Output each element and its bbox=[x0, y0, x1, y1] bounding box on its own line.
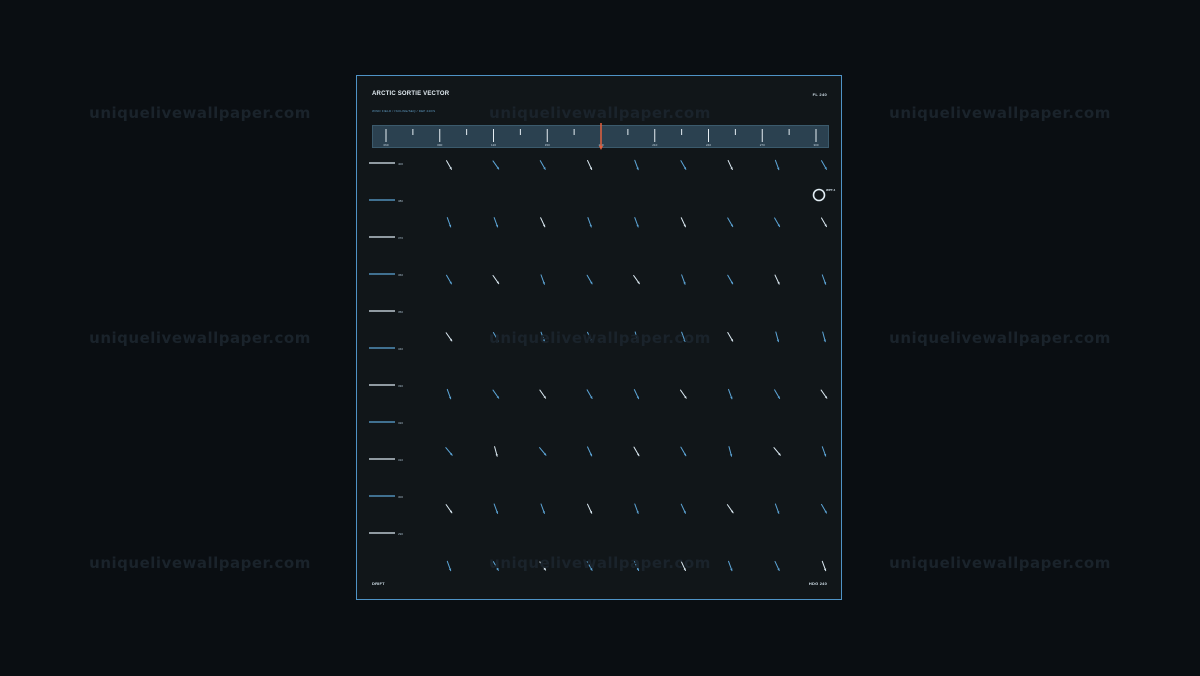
sortie-panel: ARCTIC SORTIE VECTOR FL 240 WIND FIELD /… bbox=[356, 75, 842, 600]
watermark: uniquelivewallpaper.com bbox=[889, 329, 1111, 347]
wind-vector bbox=[446, 388, 452, 400]
wind-vector bbox=[774, 159, 780, 171]
watermark: uniquelivewallpaper.com bbox=[89, 104, 311, 122]
wind-vector bbox=[820, 389, 828, 399]
wind-vector bbox=[680, 160, 687, 170]
altitude-label: 310 bbox=[398, 458, 404, 462]
wind-vector bbox=[446, 217, 452, 228]
wind-vector bbox=[775, 331, 780, 343]
wind-vector bbox=[633, 560, 640, 572]
wind-vector bbox=[539, 447, 547, 456]
wind-vector bbox=[445, 504, 453, 514]
wind-vector bbox=[634, 159, 639, 171]
altitude-label: 330 bbox=[398, 384, 404, 388]
wind-vector bbox=[587, 217, 592, 228]
wind-vector bbox=[586, 561, 593, 571]
wind-vector bbox=[774, 217, 781, 228]
wind-vector bbox=[540, 274, 545, 285]
wind-vector bbox=[633, 274, 640, 285]
wind-vector bbox=[634, 503, 639, 514]
wind-vector bbox=[492, 389, 500, 399]
wind-vector bbox=[773, 447, 781, 456]
wind-vector bbox=[586, 389, 593, 399]
altitude-label: 320 bbox=[398, 421, 404, 425]
watermark: uniquelivewallpaper.com bbox=[89, 329, 311, 347]
wind-vector bbox=[493, 217, 499, 228]
wind-vector bbox=[728, 388, 733, 400]
wind-vector bbox=[492, 332, 499, 342]
watermark: uniquelivewallpaper.com bbox=[889, 104, 1111, 122]
wind-vector bbox=[728, 446, 733, 457]
wind-vector bbox=[681, 274, 686, 285]
wind-vector bbox=[821, 274, 827, 285]
wind-vector bbox=[727, 217, 734, 228]
wind-vector bbox=[680, 560, 686, 572]
wind-vector bbox=[821, 217, 827, 228]
wind-vector bbox=[774, 389, 781, 399]
wind-vector bbox=[821, 160, 827, 170]
wind-vector bbox=[445, 332, 453, 342]
wind-vector bbox=[539, 160, 546, 170]
wind-vector bbox=[633, 389, 640, 400]
drift-label: DRIFT bbox=[372, 581, 385, 586]
altitude-label: 290 bbox=[398, 532, 404, 536]
wind-vector bbox=[774, 274, 780, 285]
wind-vector bbox=[446, 274, 452, 285]
wind-vector bbox=[821, 446, 827, 457]
altitude-label: 400 bbox=[398, 162, 404, 166]
wind-vector bbox=[540, 503, 545, 514]
wind-vector bbox=[680, 503, 686, 514]
wind-vector bbox=[727, 159, 733, 171]
wind-vector bbox=[539, 561, 547, 571]
wind-vector bbox=[633, 446, 640, 457]
waypoint-marker[interactable] bbox=[812, 188, 826, 202]
wind-vector bbox=[587, 331, 593, 342]
altitude-label: 340 bbox=[398, 347, 404, 351]
wind-vector bbox=[727, 274, 734, 285]
wind-vector bbox=[493, 503, 499, 514]
wind-vector bbox=[774, 503, 780, 514]
wind-vector bbox=[587, 159, 593, 171]
altitude-label: 370 bbox=[398, 236, 404, 240]
wind-vector bbox=[587, 446, 593, 457]
wind-vector bbox=[494, 446, 498, 457]
wind-vector bbox=[540, 331, 545, 343]
altitude-label: 360 bbox=[398, 273, 404, 277]
wind-vector bbox=[539, 389, 547, 399]
waypoint-label: WPT-4 bbox=[826, 188, 836, 192]
watermark: uniquelivewallpaper.com bbox=[89, 554, 311, 572]
wind-vector bbox=[540, 217, 546, 228]
wind-vector bbox=[822, 331, 826, 343]
wind-vector bbox=[680, 217, 686, 228]
wind-vector bbox=[728, 560, 733, 572]
wind-field-canvas bbox=[369, 159, 828, 572]
wind-vector bbox=[680, 446, 687, 457]
altitude-label: 350 bbox=[398, 310, 404, 314]
wind-vector bbox=[492, 561, 499, 571]
wind-vector bbox=[492, 274, 500, 285]
wind-vector bbox=[634, 331, 639, 343]
wind-vector bbox=[680, 389, 687, 399]
heading-readout: HDG 240 bbox=[808, 581, 827, 586]
wind-vector bbox=[774, 560, 780, 572]
wind-vector bbox=[821, 503, 827, 514]
wind-vector bbox=[726, 504, 734, 514]
altitude-label: 300 bbox=[398, 495, 404, 499]
altitude-label: 380 bbox=[398, 199, 404, 203]
wind-vector bbox=[445, 447, 453, 456]
wind-vector bbox=[681, 331, 686, 343]
wind-vector bbox=[586, 274, 593, 285]
wind-vector bbox=[821, 560, 827, 572]
wind-vector bbox=[727, 332, 734, 342]
wind-vector bbox=[446, 560, 452, 572]
wind-vector bbox=[587, 503, 593, 514]
wind-vector bbox=[446, 160, 452, 170]
wind-vector bbox=[634, 217, 639, 228]
watermark: uniquelivewallpaper.com bbox=[889, 554, 1111, 572]
wind-vector bbox=[492, 160, 500, 170]
